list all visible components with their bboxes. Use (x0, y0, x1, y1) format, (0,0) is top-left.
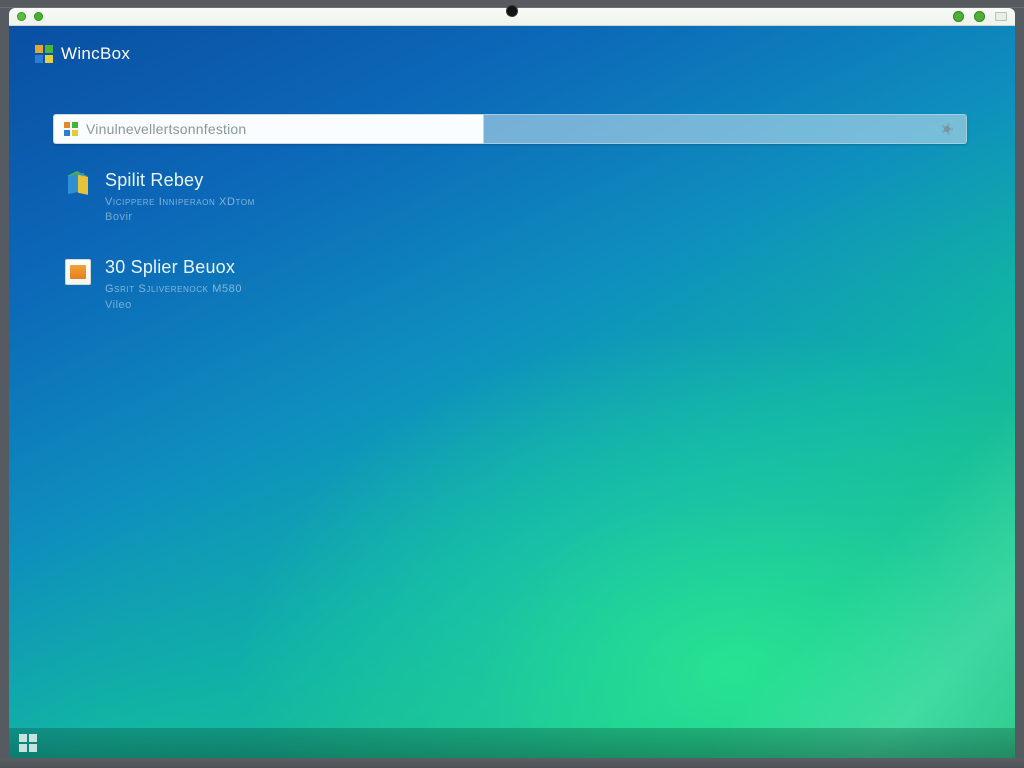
camera-dot (507, 6, 517, 16)
taskbar (9, 728, 1015, 758)
search-input[interactable] (86, 121, 473, 137)
search-input-segment (53, 114, 483, 144)
search-right-segment (483, 114, 967, 144)
result-meta-1: Vicippere Inniperaon XDtom (105, 195, 255, 210)
cube-icon (65, 172, 91, 198)
tray-icon-3[interactable] (995, 12, 1007, 21)
result-meta-2: Bovir (105, 211, 255, 223)
result-title: 30 Splier Beuox (105, 257, 242, 278)
brand-logo-icon (35, 45, 53, 63)
tray-icon-2[interactable] (974, 11, 985, 22)
result-title: Spilit Rebey (105, 170, 255, 191)
result-item[interactable]: 30 Splier Beuox Gsrit Sjliverenock M580 … (65, 257, 955, 310)
window-control-2[interactable] (34, 12, 43, 21)
screen: WincBox Spilit Rebey Vicippere Innipe (9, 8, 1015, 758)
search-logo-icon (64, 122, 78, 136)
result-meta-1: Gsrit Sjliverenock M580 (105, 282, 242, 297)
search-bar (53, 114, 967, 144)
result-meta-2: Vileo (105, 299, 242, 311)
brand: WincBox (35, 44, 130, 64)
laptop-bezel-top (0, 0, 1024, 8)
tray-icon-1[interactable] (953, 11, 964, 22)
result-item[interactable]: Spilit Rebey Vicippere Inniperaon XDtom … (65, 170, 955, 223)
brand-name: WincBox (61, 44, 130, 64)
desktop: WincBox Spilit Rebey Vicippere Innipe (9, 26, 1015, 758)
results-list: Spilit Rebey Vicippere Inniperaon XDtom … (65, 170, 955, 311)
gear-icon[interactable] (940, 122, 954, 136)
folder-icon (65, 259, 91, 285)
window-control-1[interactable] (17, 12, 26, 21)
laptop-bezel-bottom (0, 758, 1024, 768)
start-button-icon[interactable] (19, 734, 37, 752)
